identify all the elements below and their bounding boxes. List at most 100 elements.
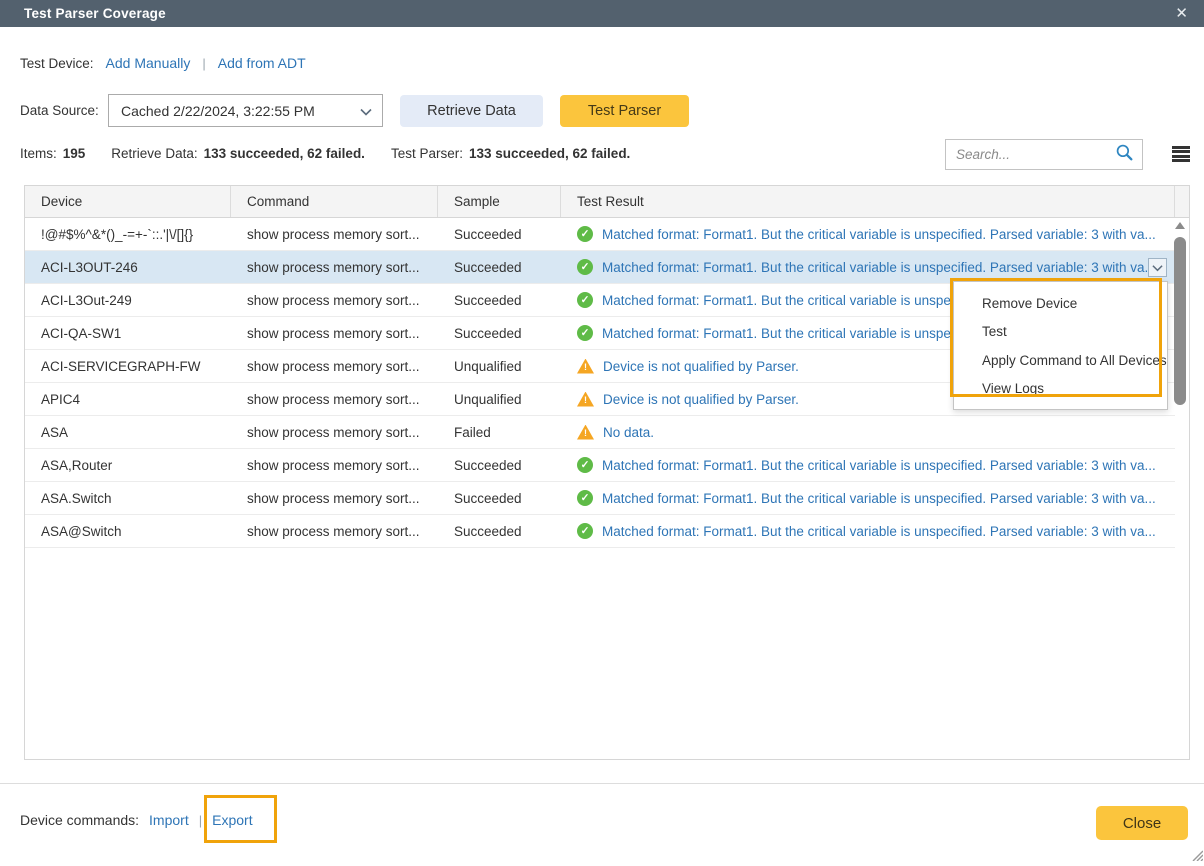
warning-triangle-icon: !	[577, 392, 594, 407]
table-row[interactable]: ASA@Switch show process memory sort... S…	[25, 515, 1175, 548]
link-separator: |	[202, 56, 205, 71]
command-cell: show process memory sort...	[231, 458, 438, 473]
test-result-cell: ✓ Matched format: Format1. But the criti…	[561, 457, 1175, 473]
test-result-cell: ✓ Matched format: Format1. But the criti…	[561, 490, 1175, 506]
data-source-select[interactable]: Cached 2/22/2024, 3:22:55 PM	[108, 94, 383, 127]
command-cell: show process memory sort...	[231, 293, 438, 308]
items-count: 195	[63, 146, 86, 161]
footer-row: Device commands: Import | Export	[20, 812, 253, 828]
success-check-icon: ✓	[577, 292, 593, 308]
table-row[interactable]: ASA,Router show process memory sort... S…	[25, 449, 1175, 482]
table-row[interactable]: ACI-L3OUT-246 show process memory sort..…	[25, 251, 1175, 284]
test-result-text: Matched format: Format1. But the critica…	[602, 524, 1156, 539]
test-parser-button[interactable]: Test Parser	[560, 95, 689, 127]
table-row[interactable]: !@#$%^&*()_-=+-`::.'|\/[]{} show process…	[25, 218, 1175, 251]
column-header-command[interactable]: Command	[231, 186, 438, 217]
warning-triangle-icon: !	[577, 425, 594, 440]
row-actions-dropdown[interactable]	[1148, 258, 1167, 277]
sample-cell: Succeeded	[438, 326, 561, 341]
sample-cell: Succeeded	[438, 260, 561, 275]
context-menu-item-test[interactable]: Test	[954, 318, 1167, 347]
column-header-sample[interactable]: Sample	[438, 186, 561, 217]
device-cell: !@#$%^&*()_-=+-`::.'|\/[]{}	[25, 227, 231, 242]
test-summary-label: Test Parser:	[391, 146, 463, 161]
test-result-cell: ✓ Matched format: Format1. But the criti…	[561, 523, 1175, 539]
sample-cell: Succeeded	[438, 227, 561, 242]
table-header: Device Command Sample Test Result	[25, 186, 1189, 218]
test-result-text: No data.	[603, 425, 654, 440]
device-cell: ASA,Router	[25, 458, 231, 473]
test-result-text: Matched format: Format1. But the critica…	[602, 458, 1156, 473]
sample-cell: Unqualified	[438, 392, 561, 407]
device-cell: ASA	[25, 425, 231, 440]
data-source-selected-value: Cached 2/22/2024, 3:22:55 PM	[121, 103, 315, 119]
row-context-menu: Remove DeviceTestApply Command to All De…	[953, 281, 1168, 410]
command-cell: show process memory sort...	[231, 491, 438, 506]
column-header-test-result[interactable]: Test Result	[561, 186, 1175, 217]
sample-cell: Succeeded	[438, 491, 561, 506]
test-device-row: Test Device: Add Manually | Add from ADT	[20, 55, 306, 71]
add-manually-link[interactable]: Add Manually	[106, 55, 191, 71]
resize-handle-icon[interactable]	[1190, 848, 1203, 861]
sample-cell: Succeeded	[438, 458, 561, 473]
chevron-down-icon	[360, 103, 372, 119]
search-input[interactable]	[956, 147, 1115, 162]
footer-link-separator: |	[199, 813, 202, 828]
command-cell: show process memory sort...	[231, 392, 438, 407]
test-summary-value: 133 succeeded, 62 failed.	[469, 146, 630, 161]
search-box[interactable]	[945, 139, 1143, 170]
test-result-cell: ✓ Matched format: Format1. But the criti…	[561, 226, 1175, 242]
test-result-text: Matched format: Format1. But the critica…	[602, 260, 1156, 275]
test-result-text: Device is not qualified by Parser.	[603, 392, 799, 407]
table-row[interactable]: ASA.Switch show process memory sort... S…	[25, 482, 1175, 515]
success-check-icon: ✓	[577, 325, 593, 341]
device-cell: ACI-SERVICEGRAPH-FW	[25, 359, 231, 374]
device-table: Device Command Sample Test Result !@#$%^…	[24, 185, 1190, 760]
footer-divider	[0, 783, 1204, 784]
success-check-icon: ✓	[577, 490, 593, 506]
context-menu-item-remove-device[interactable]: Remove Device	[954, 289, 1167, 318]
test-result-text: Device is not qualified by Parser.	[603, 359, 799, 374]
export-link[interactable]: Export	[212, 812, 252, 828]
sample-cell: Failed	[438, 425, 561, 440]
command-cell: show process memory sort...	[231, 425, 438, 440]
device-cell: APIC4	[25, 392, 231, 407]
import-link[interactable]: Import	[149, 812, 189, 828]
sample-cell: Succeeded	[438, 293, 561, 308]
context-menu-item-apply-command-to-all-devices[interactable]: Apply Command to All Devices	[954, 346, 1167, 375]
data-source-label: Data Source:	[20, 103, 99, 118]
sample-cell: Unqualified	[438, 359, 561, 374]
device-cell: ACI-L3Out-249	[25, 293, 231, 308]
device-cell: ASA@Switch	[25, 524, 231, 539]
dialog-titlebar: Test Parser Coverage ✕	[0, 0, 1204, 27]
scrollbar-column-header	[1175, 186, 1189, 217]
retrieve-data-button[interactable]: Retrieve Data	[400, 95, 543, 127]
sample-cell: Succeeded	[438, 524, 561, 539]
close-button[interactable]: Close	[1096, 806, 1188, 840]
success-check-icon: ✓	[577, 457, 593, 473]
test-parser-coverage-dialog: { "dialog": { "title": "Test Parser Cove…	[0, 0, 1204, 862]
table-menu-icon[interactable]	[1172, 146, 1190, 162]
retrieve-summary-value: 133 succeeded, 62 failed.	[204, 146, 365, 161]
scrollbar-thumb[interactable]	[1174, 237, 1186, 405]
success-check-icon: ✓	[577, 523, 593, 539]
context-menu-item-view-logs[interactable]: View Logs	[954, 375, 1167, 404]
device-cell: ASA.Switch	[25, 491, 231, 506]
test-device-label: Test Device:	[20, 56, 94, 71]
command-cell: show process memory sort...	[231, 359, 438, 374]
table-row[interactable]: ASA show process memory sort... Failed !…	[25, 416, 1175, 449]
dialog-close-icon[interactable]: ✕	[1175, 6, 1188, 21]
command-cell: show process memory sort...	[231, 227, 438, 242]
device-cell: ACI-L3OUT-246	[25, 260, 231, 275]
test-result-text: Matched format: Format1. But the critica…	[602, 491, 1156, 506]
command-cell: show process memory sort...	[231, 260, 438, 275]
search-icon[interactable]	[1115, 143, 1134, 167]
column-header-device[interactable]: Device	[25, 186, 231, 217]
command-cell: show process memory sort...	[231, 524, 438, 539]
retrieve-summary-label: Retrieve Data:	[111, 146, 197, 161]
dialog-title: Test Parser Coverage	[24, 6, 166, 21]
add-from-adt-link[interactable]: Add from ADT	[218, 55, 306, 71]
vertical-scrollbar[interactable]	[1174, 222, 1186, 757]
scroll-up-arrow-icon[interactable]	[1175, 222, 1185, 229]
command-cell: show process memory sort...	[231, 326, 438, 341]
